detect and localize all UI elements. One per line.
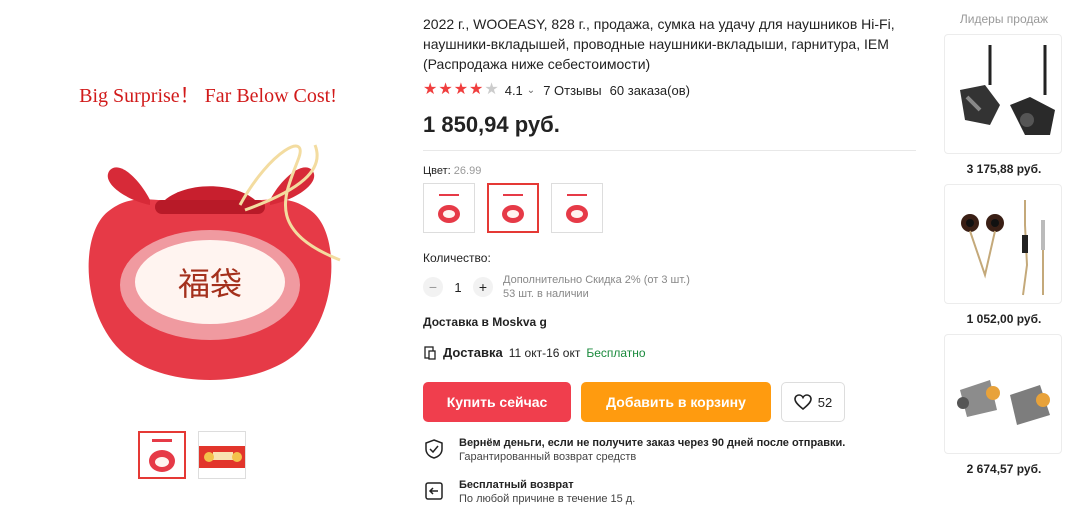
shield-check-icon xyxy=(425,439,443,459)
orders-count: 60 заказа(ов) xyxy=(609,82,690,98)
rating-row: ★ ★ ★ ★ ★ 4.1 ⌄ 7 Отзывы 60 заказа(ов) xyxy=(423,82,923,98)
bestseller-image[interactable] xyxy=(944,334,1062,454)
guarantee-subtitle: Гарантированный возврат средств xyxy=(459,451,637,463)
delivery-label: Доставка xyxy=(443,345,503,360)
star-icon: ★ xyxy=(423,81,438,98)
thumbnail-2[interactable] xyxy=(198,431,246,479)
delivery-price: Бесплатно xyxy=(586,345,646,360)
star-empty-icon: ★ xyxy=(484,81,499,98)
star-icon: ★ xyxy=(469,81,484,98)
star-icon: ★ xyxy=(438,81,453,98)
bestseller-price: 2 674,57 руб. xyxy=(966,462,1042,476)
product-title: 2022 г., WOOEASY, 828 г., продажа, сумка… xyxy=(423,16,895,72)
main-product-image[interactable]: Big Surprise！ Far Below Cost! 福袋 xyxy=(40,60,380,380)
bestseller-item[interactable]: 3 175,88 руб. xyxy=(944,34,1064,176)
color-swatches xyxy=(423,183,923,233)
action-buttons: Купить сейчас Добавить в корзину 52 xyxy=(423,382,923,422)
bestsellers-title: Лидеры продаж xyxy=(959,12,1049,26)
rating-stars: ★ ★ ★ ★ ★ xyxy=(423,82,499,98)
quantity-value[interactable]: 1 xyxy=(443,280,473,295)
return-icon xyxy=(425,482,443,500)
thumbnail-strip xyxy=(138,431,246,479)
color-label: Цвет: 26.99 xyxy=(423,165,482,177)
quantity-label: Количество: xyxy=(423,251,491,265)
wishlist-count: 52 xyxy=(817,394,833,410)
bestseller-item[interactable]: 1 052,00 руб. xyxy=(944,184,1064,326)
divider xyxy=(423,150,916,151)
delivery-row: Доставка 11 окт-16 окт Бесплатно xyxy=(423,345,923,360)
star-icon: ★ xyxy=(453,81,469,98)
guarantee-money-back: Вернём деньги, если не получите заказ че… xyxy=(423,436,923,464)
bestseller-image[interactable] xyxy=(944,34,1062,154)
thumbnail-1[interactable] xyxy=(138,431,186,479)
bestseller-item[interactable]: 2 674,57 руб. xyxy=(944,334,1064,476)
delivery-dates: 11 окт-16 окт xyxy=(508,345,581,360)
bestseller-image[interactable] xyxy=(944,184,1062,304)
add-to-cart-button[interactable]: Добавить в корзину xyxy=(581,382,771,422)
guarantee-title: Вернём деньги, если не получите заказ че… xyxy=(459,437,846,449)
bag-text: 福袋 xyxy=(178,265,242,303)
bestseller-price: 1 052,00 руб. xyxy=(966,312,1042,326)
color-option-2[interactable] xyxy=(487,183,539,233)
discount-note: Дополнительно Скидка 2% (от 3 шт.) xyxy=(503,274,690,286)
guarantee-title: Бесплатный возврат xyxy=(459,479,574,491)
delivery-destination[interactable]: Доставка в Moskva g xyxy=(423,315,923,329)
color-option-1[interactable] xyxy=(423,183,475,233)
product-info: 2022 г., WOOEASY, 828 г., продажа, сумка… xyxy=(423,14,923,506)
quantity-stepper: − 1 + Дополнительно Скидка 2% (от 3 шт.)… xyxy=(423,273,923,301)
stock-note: 53 шт. в наличии xyxy=(503,288,589,300)
reviews-link[interactable]: 7 Отзывы xyxy=(543,83,601,98)
quantity-minus-button[interactable]: − xyxy=(423,277,443,297)
wishlist-button[interactable]: 52 xyxy=(781,382,845,422)
guarantee-free-return: Бесплатный возврат По любой причине в те… xyxy=(423,478,923,506)
heart-icon xyxy=(793,394,812,410)
guarantee-subtitle: По любой причине в течение 15 д. xyxy=(459,493,636,505)
chevron-down-icon[interactable]: ⌄ xyxy=(527,85,535,96)
color-option-3[interactable] xyxy=(551,183,603,233)
quantity-note: Дополнительно Скидка 2% (от 3 шт.) 53 шт… xyxy=(503,273,690,301)
product-price: 1 850,94 руб. xyxy=(423,112,560,137)
buy-now-button[interactable]: Купить сейчас xyxy=(423,382,571,422)
bestsellers-panel: Лидеры продаж 3 175,88 руб. 1 052,00 руб… xyxy=(944,12,1064,476)
bestseller-price: 3 175,88 руб. xyxy=(966,162,1042,176)
rating-value[interactable]: 4.1 xyxy=(505,83,523,98)
color-value: 26.99 xyxy=(453,165,482,177)
quantity-plus-button[interactable]: + xyxy=(473,277,493,297)
main-headline: Big Surprise！ Far Below Cost! xyxy=(79,85,337,107)
delivery-doc-icon xyxy=(424,345,436,360)
